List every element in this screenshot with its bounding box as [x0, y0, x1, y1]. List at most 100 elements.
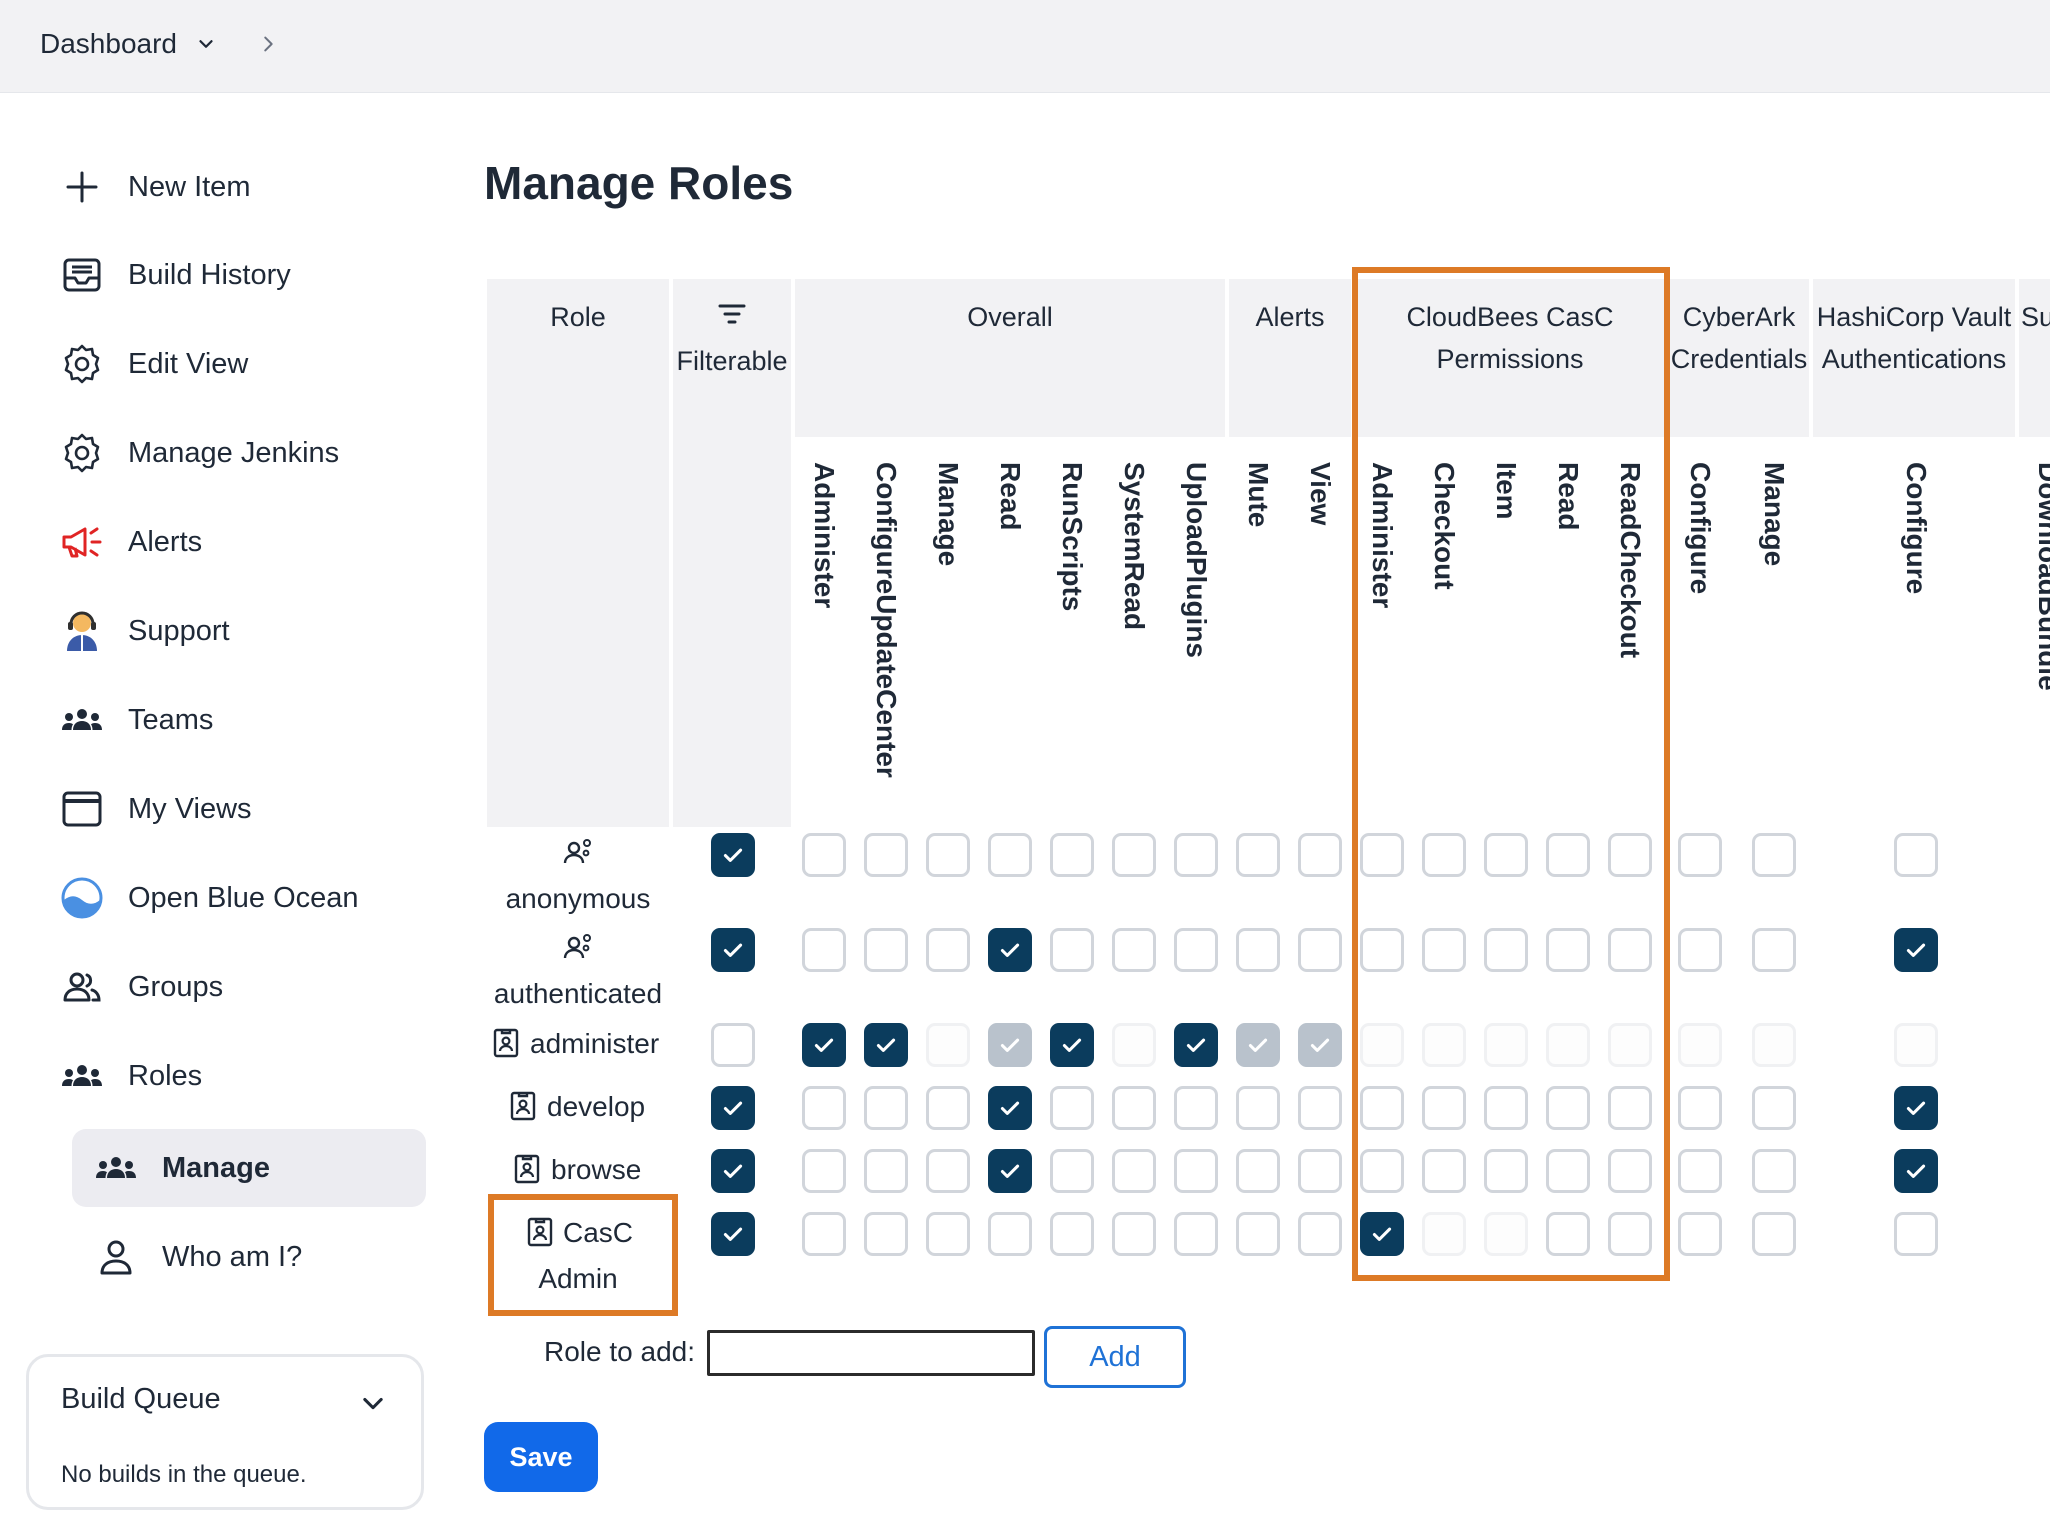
checkbox-authenticated-systemread[interactable]	[1112, 928, 1156, 972]
checkbox-develop-runscripts[interactable]	[1050, 1086, 1094, 1130]
checkbox-anonymous-manage[interactable]	[1752, 833, 1796, 877]
checkbox-anonymous-mute[interactable]	[1236, 833, 1280, 877]
checkbox-develop-administer[interactable]	[802, 1086, 846, 1130]
checkbox-administer-runscripts[interactable]	[1050, 1023, 1094, 1067]
checkbox-browse-configure[interactable]	[1894, 1149, 1938, 1193]
checkbox-casc-manage[interactable]	[1752, 1212, 1796, 1256]
chevron-down-icon[interactable]	[359, 1389, 387, 1417]
checkbox-anonymous-uploadplugins[interactable]	[1174, 833, 1218, 877]
sidebar-item-edit-view[interactable]: Edit View	[0, 330, 430, 398]
checkbox-browse-administer[interactable]	[802, 1149, 846, 1193]
sidebar-item-build-history[interactable]: Build History	[0, 241, 430, 309]
checkbox-develop-mute[interactable]	[1236, 1086, 1280, 1130]
role-name-anonymous: anonymous	[505, 883, 651, 914]
checkbox-casc-uploadplugins[interactable]	[1174, 1212, 1218, 1256]
group-title-hashicorp: HashiCorp Vault Authentications	[1816, 302, 2012, 374]
checkbox-browse-mute[interactable]	[1236, 1149, 1280, 1193]
checkbox-administer-mute[interactable]	[1236, 1023, 1280, 1067]
checkbox-administer-view[interactable]	[1298, 1023, 1342, 1067]
sidebar-item-manage-jenkins[interactable]: Manage Jenkins	[0, 419, 430, 487]
checkbox-browse-uploadplugins[interactable]	[1174, 1149, 1218, 1193]
checkbox-administer-configureupdatecenter[interactable]	[864, 1023, 908, 1067]
sidebar-item-open-blue-ocean[interactable]: Open Blue Ocean	[0, 864, 430, 932]
checkbox-authenticated-manage[interactable]	[1752, 928, 1796, 972]
checkbox-develop-manage[interactable]	[926, 1086, 970, 1130]
checkbox-develop-configureupdatecenter[interactable]	[864, 1086, 908, 1130]
sidebar-item-roles[interactable]: Roles	[0, 1042, 430, 1110]
checkbox-administer-administer[interactable]	[802, 1023, 846, 1067]
checkbox-anonymous-configure[interactable]	[1678, 833, 1722, 877]
checkbox-authenticated-filterable[interactable]	[711, 928, 755, 972]
checkbox-authenticated-view[interactable]	[1298, 928, 1342, 972]
build-queue-panel: Build Queue No builds in the queue.	[26, 1354, 424, 1510]
checkbox-administer-uploadplugins[interactable]	[1174, 1023, 1218, 1067]
sidebar-item-new-item[interactable]: New Item	[0, 153, 430, 221]
checkbox-develop-uploadplugins[interactable]	[1174, 1086, 1218, 1130]
checkbox-browse-configureupdatecenter[interactable]	[864, 1149, 908, 1193]
save-button[interactable]: Save	[484, 1422, 598, 1492]
checkbox-casc-runscripts[interactable]	[1050, 1212, 1094, 1256]
checkbox-authenticated-manage[interactable]	[926, 928, 970, 972]
sidebar-item-alerts[interactable]: Alerts	[0, 508, 430, 576]
sidebar-item-who-am-i[interactable]: Who am I?	[0, 1223, 430, 1291]
checkbox-develop-read[interactable]	[988, 1086, 1032, 1130]
sidebar-item-groups[interactable]: Groups	[0, 953, 430, 1021]
checkbox-authenticated-configure[interactable]	[1678, 928, 1722, 972]
sidebar-item-support[interactable]: Support	[0, 597, 430, 665]
checkbox-casc-manage[interactable]	[926, 1212, 970, 1256]
checkbox-casc-administer[interactable]	[802, 1212, 846, 1256]
checkbox-administer-read[interactable]	[988, 1023, 1032, 1067]
checkbox-casc-configure[interactable]	[1894, 1212, 1938, 1256]
breadcrumb-dashboard[interactable]: Dashboard	[40, 28, 177, 60]
sidebar-item-teams[interactable]: Teams	[0, 686, 430, 754]
role-to-add-input[interactable]	[707, 1330, 1035, 1376]
checkbox-anonymous-configure[interactable]	[1894, 833, 1938, 877]
sidebar-item-manage[interactable]: Manage	[0, 1134, 430, 1202]
checkbox-authenticated-configure[interactable]	[1894, 928, 1938, 972]
chevron-down-icon[interactable]	[195, 33, 217, 55]
perm-header-cyberark-manage: Manage	[1759, 462, 1790, 567]
checkbox-casc-view[interactable]	[1298, 1212, 1342, 1256]
checkbox-develop-view[interactable]	[1298, 1086, 1342, 1130]
checkbox-anonymous-administer[interactable]	[802, 833, 846, 877]
checkbox-develop-systemread[interactable]	[1112, 1086, 1156, 1130]
checkbox-anonymous-filterable[interactable]	[711, 833, 755, 877]
user-gear-icon	[563, 839, 591, 864]
group-title-overall: Overall	[967, 302, 1053, 332]
checkbox-browse-view[interactable]	[1298, 1149, 1342, 1193]
checkbox-authenticated-uploadplugins[interactable]	[1174, 928, 1218, 972]
filterable-column-header: Filterable	[676, 346, 788, 376]
checkbox-casc-configureupdatecenter[interactable]	[864, 1212, 908, 1256]
checkbox-browse-filterable[interactable]	[711, 1149, 755, 1193]
checkbox-casc-mute[interactable]	[1236, 1212, 1280, 1256]
checkbox-anonymous-systemread[interactable]	[1112, 833, 1156, 877]
checkbox-administer-filterable[interactable]	[711, 1023, 755, 1067]
checkbox-browse-systemread[interactable]	[1112, 1149, 1156, 1193]
checkbox-develop-filterable[interactable]	[711, 1086, 755, 1130]
checkbox-anonymous-runscripts[interactable]	[1050, 833, 1094, 877]
checkbox-casc-systemread[interactable]	[1112, 1212, 1156, 1256]
checkbox-authenticated-configureupdatecenter[interactable]	[864, 928, 908, 972]
checkbox-browse-read[interactable]	[988, 1149, 1032, 1193]
checkbox-casc-filterable[interactable]	[711, 1212, 755, 1256]
checkbox-authenticated-read[interactable]	[988, 928, 1032, 972]
checkbox-browse-configure[interactable]	[1678, 1149, 1722, 1193]
checkbox-develop-configure[interactable]	[1894, 1086, 1938, 1130]
checkbox-authenticated-runscripts[interactable]	[1050, 928, 1094, 972]
checkbox-authenticated-mute[interactable]	[1236, 928, 1280, 972]
checkbox-casc-configure[interactable]	[1678, 1212, 1722, 1256]
checkbox-develop-manage[interactable]	[1752, 1086, 1796, 1130]
checkbox-anonymous-configureupdatecenter[interactable]	[864, 833, 908, 877]
checkbox-browse-manage[interactable]	[1752, 1149, 1796, 1193]
sidebar-item-my-views[interactable]: My Views	[0, 775, 430, 843]
checkbox-anonymous-view[interactable]	[1298, 833, 1342, 877]
checkbox-casc-read[interactable]	[988, 1212, 1032, 1256]
checkbox-develop-configure[interactable]	[1678, 1086, 1722, 1130]
perm-header-alerts-view: View	[1305, 462, 1336, 526]
checkbox-authenticated-administer[interactable]	[802, 928, 846, 972]
add-role-button[interactable]: Add	[1044, 1326, 1186, 1388]
checkbox-anonymous-manage[interactable]	[926, 833, 970, 877]
checkbox-anonymous-read[interactable]	[988, 833, 1032, 877]
checkbox-browse-manage[interactable]	[926, 1149, 970, 1193]
checkbox-browse-runscripts[interactable]	[1050, 1149, 1094, 1193]
